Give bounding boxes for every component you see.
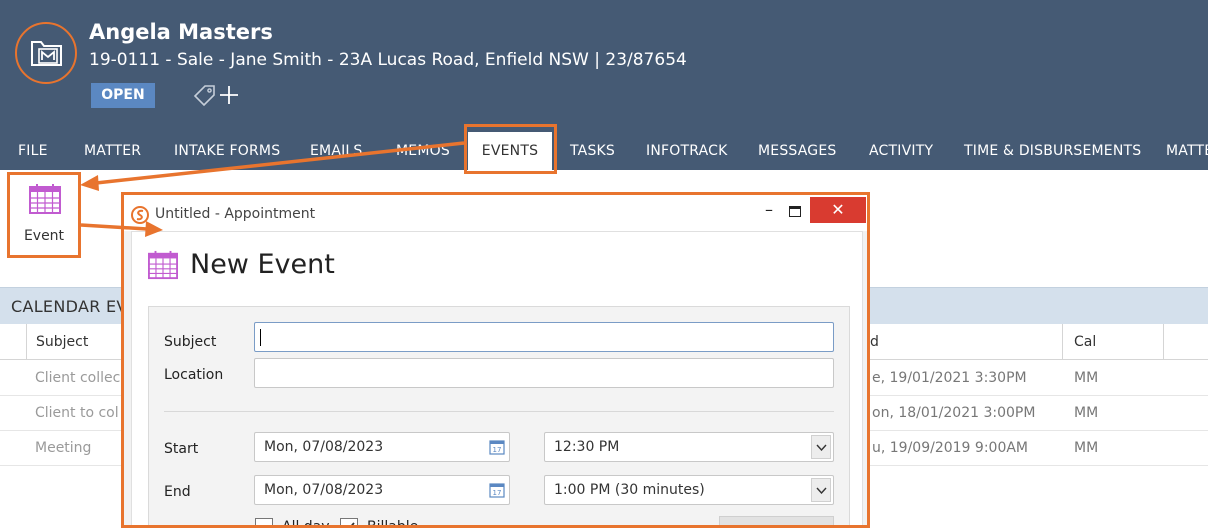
annotation-arrows [80,141,465,237]
arrow-tab-to-event [80,141,465,191]
arrow-event-to-dialog [80,221,163,237]
